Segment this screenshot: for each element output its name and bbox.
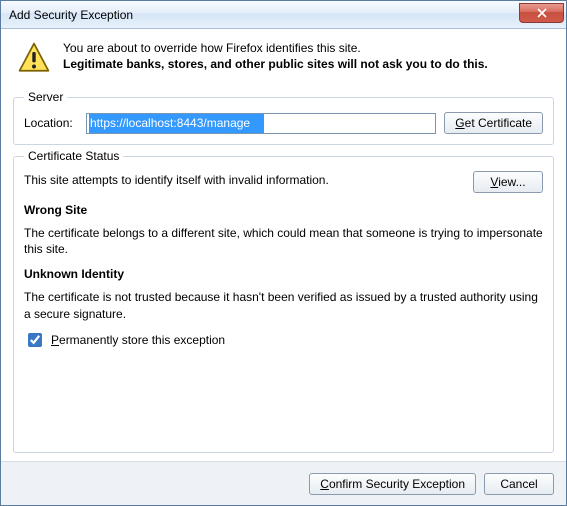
wrong-site-body: The certificate belongs to a different s… [24, 225, 543, 257]
intro-line2: Legitimate banks, stores, and other publ… [63, 57, 488, 71]
unknown-identity-body: The certificate is not trusted because i… [24, 289, 543, 321]
server-legend: Server [24, 90, 67, 104]
location-label: Location: [24, 116, 78, 130]
wrong-site-heading: Wrong Site [24, 203, 543, 217]
cancel-button[interactable]: Cancel [484, 473, 554, 495]
close-icon [537, 8, 547, 18]
warning-icon [17, 41, 51, 78]
get-certificate-button[interactable]: Get Certificate [444, 112, 543, 134]
dialog-window: Add Security Exception You are about to … [0, 0, 567, 506]
location-input[interactable] [86, 113, 436, 134]
server-fieldset: Server Location: Get Certificate [13, 90, 554, 145]
permanent-store-row: Permanently store this exception [24, 326, 543, 350]
intro-line1: You are about to override how Firefox id… [63, 41, 488, 55]
intro-text: You are about to override how Firefox id… [63, 41, 488, 71]
confirm-exception-button[interactable]: Confirm Security Exception [309, 473, 476, 495]
titlebar: Add Security Exception [1, 1, 566, 29]
view-certificate-button[interactable]: View... [473, 171, 543, 193]
window-title: Add Security Exception [9, 8, 519, 22]
intro-section: You are about to override how Firefox id… [13, 35, 554, 86]
permanent-store-label[interactable]: Permanently store this exception [51, 333, 225, 347]
dialog-content: You are about to override how Firefox id… [1, 29, 566, 461]
certificate-status-legend: Certificate Status [24, 149, 123, 163]
unknown-identity-heading: Unknown Identity [24, 267, 543, 281]
dialog-footer: Confirm Security Exception Cancel [1, 461, 566, 505]
close-button[interactable] [519, 3, 564, 23]
certificate-status-fieldset: Certificate Status This site attempts to… [13, 149, 554, 453]
permanent-store-checkbox[interactable] [28, 333, 42, 347]
certificate-summary: This site attempts to identify itself wi… [24, 171, 329, 187]
